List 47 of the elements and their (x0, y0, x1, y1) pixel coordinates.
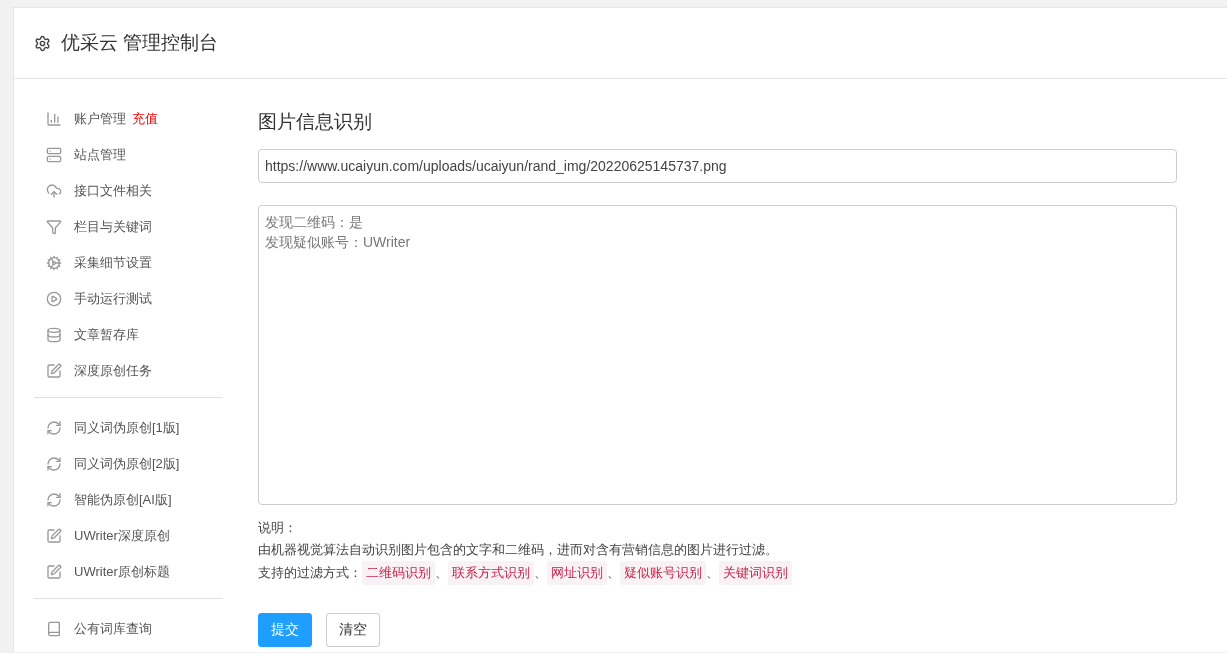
bar-chart-icon (46, 111, 62, 127)
server-icon (46, 147, 62, 163)
recharge-link[interactable]: 充值 (132, 110, 158, 128)
sidebar-link[interactable]: 文章暂存库 (74, 326, 139, 344)
section-title: 图片信息识别 (258, 110, 373, 134)
method-tag: 疑似账号识别 (620, 561, 706, 585)
sidebar-link[interactable]: 智能伪原创[AI版] (74, 491, 172, 509)
refresh-icon (46, 456, 62, 472)
filter-icon (46, 219, 62, 235)
method-tag: 二维码识别 (362, 561, 435, 585)
separator-mark: 、 (435, 565, 448, 582)
separator-mark: 、 (534, 565, 547, 582)
clear-button[interactable]: 清空 (326, 613, 380, 647)
result-field[interactable]: 发现二维码：是 发现疑似账号：UWriter (258, 205, 1177, 505)
separator-mark: 、 (607, 565, 620, 582)
method-tag: 网址识别 (547, 561, 607, 585)
sidebar-link[interactable]: 账户管理 (74, 110, 126, 128)
sidebar-link[interactable]: 深度原创任务 (74, 362, 152, 380)
sidebar-link[interactable]: UWriter原创标题 (74, 563, 170, 581)
edit-icon (46, 564, 62, 580)
gears-icon (46, 255, 62, 271)
sidebar-link[interactable]: 栏目与关键词 (74, 218, 152, 236)
separator-mark: 、 (706, 565, 719, 582)
methods-label: 支持的过滤方式： (258, 565, 362, 582)
method-tag: 联系方式识别 (448, 561, 534, 585)
cloud-upload-icon (46, 183, 62, 199)
sidebar-link[interactable]: 接口文件相关 (74, 182, 152, 200)
sidebar-link[interactable]: 同义词伪原创[2版] (74, 455, 180, 473)
sidebar-link[interactable]: 公有词库查询 (74, 620, 152, 638)
note-heading: 说明： (258, 521, 297, 535)
method-tag: 关键词识别 (719, 561, 792, 585)
edit-icon (46, 363, 62, 379)
console-title: 优采云 管理控制台 (61, 31, 219, 55)
url-field[interactable]: https://www.ucaiyun.com/uploads/ucaiyun/rand_img/20220625145737.png (258, 149, 1177, 183)
settings-icon (34, 34, 51, 52)
sidebar-link[interactable]: UWriter深度原创 (74, 527, 170, 545)
sidebar-link[interactable]: 站点管理 (74, 146, 126, 164)
play-icon (46, 291, 62, 307)
refresh-icon (46, 420, 62, 436)
book-icon (46, 621, 62, 637)
database-icon (46, 327, 62, 343)
sidebar-link[interactable]: 采集细节设置 (74, 254, 152, 272)
sidebar-link[interactable]: 手动运行测试 (74, 290, 152, 308)
sidebar-link[interactable]: 同义词伪原创[1版] (74, 419, 180, 437)
refresh-icon (46, 492, 62, 508)
note-text: 由机器视觉算法自动识别图片包含的文字和二维码，进而对含有营销信息的图片进行过滤。 (258, 542, 778, 559)
edit-icon (46, 528, 62, 544)
